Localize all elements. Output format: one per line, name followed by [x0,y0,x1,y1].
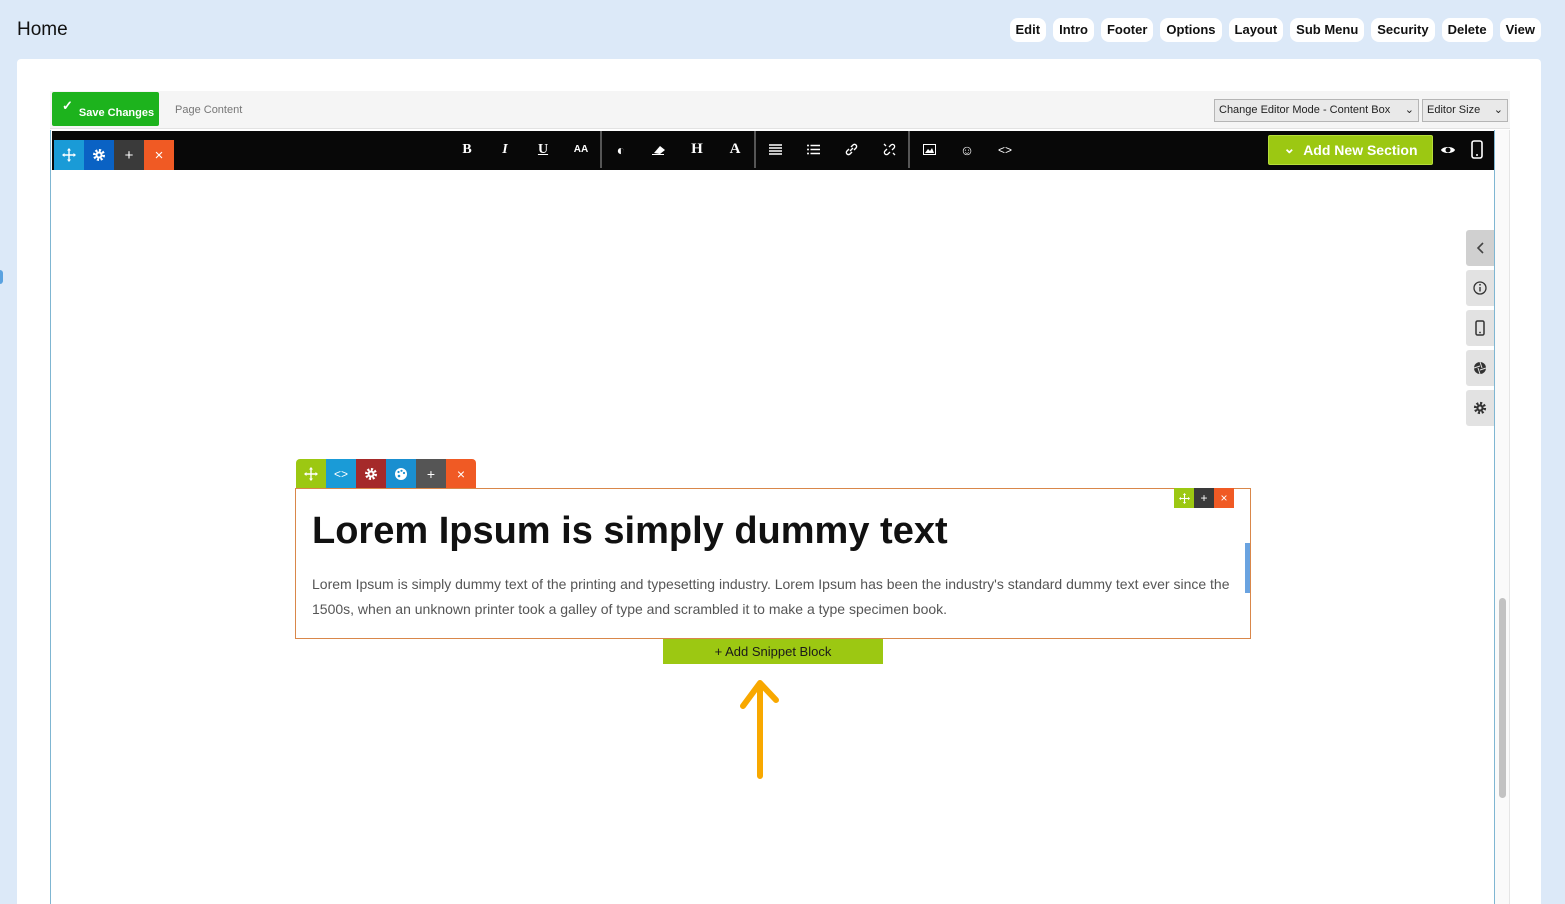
code-icon[interactable]: <> [326,459,356,489]
move-icon[interactable] [1174,488,1194,508]
row-toolbar: + × [1174,488,1234,508]
save-changes-label: Save Changes [78,107,155,119]
palette-icon[interactable] [386,459,416,489]
nav-delete-button[interactable]: Delete [1441,18,1493,42]
side-panel [1466,230,1494,430]
nav-edit-button[interactable]: Edit [1009,18,1047,42]
chevron-down-icon: ⌄ [1283,139,1296,156]
editor-mode-select[interactable]: Change Editor Mode - Content Box ⌄ [1214,99,1419,122]
chevron-down-icon: ⌄ [1493,104,1503,116]
align-icon[interactable] [756,131,794,168]
block-heading[interactable]: Lorem Ipsum is simply dummy text [312,510,948,553]
save-changes-button[interactable]: ✓ Save Changes [52,92,159,126]
image-icon[interactable] [910,131,948,168]
add-new-section-label: Add New Section [1303,142,1418,158]
nav-options-button[interactable]: Options [1160,18,1222,42]
heading-icon[interactable]: H [678,131,716,168]
add-new-section-button[interactable]: ⌄ Add New Section [1268,135,1433,165]
contrast-icon[interactable]: ◐ [602,131,640,168]
underline-icon[interactable]: U [524,131,562,168]
list-icon[interactable] [794,131,832,168]
aperture-icon[interactable] [1466,350,1494,386]
unlink-icon[interactable] [870,131,908,168]
chevron-left-icon[interactable] [1466,230,1494,266]
move-icon[interactable] [296,459,326,489]
italic-icon[interactable]: I [486,131,524,168]
top-bar: Home Edit Intro Footer Options Layout Su… [0,0,1565,60]
nav-submenu-button[interactable]: Sub Menu [1290,18,1365,42]
bold-icon[interactable]: B [448,131,486,168]
plus-icon[interactable]: + [114,140,144,170]
close-icon[interactable]: × [1214,488,1234,508]
plus-icon[interactable]: + [416,459,446,489]
close-icon[interactable]: × [446,459,476,489]
left-edge-tab[interactable] [0,270,3,284]
nav-layout-button[interactable]: Layout [1228,18,1284,42]
plus-icon[interactable]: + [1194,488,1214,508]
gear-icon[interactable] [84,140,114,170]
link-icon[interactable] [832,131,870,168]
page-title: Home [17,19,68,40]
check-icon: ✓ [62,98,73,113]
font-size-icon[interactable]: AA [562,131,600,168]
editor-mode-value: Change Editor Mode - Content Box [1219,104,1391,116]
chevron-down-icon: ⌄ [1404,104,1414,116]
nav-footer-button[interactable]: Footer [1100,18,1154,42]
eraser-icon[interactable] [640,131,678,168]
section-tools: + × [54,140,174,170]
resize-handle[interactable] [1245,543,1250,593]
add-snippet-block-button[interactable]: + Add Snippet Block [663,639,883,664]
close-icon[interactable]: × [144,140,174,170]
top-nav: Edit Intro Footer Options Layout Sub Men… [1009,18,1541,42]
page-content-label: Page Content [175,104,243,116]
editor-size-value: Editor Size [1427,104,1481,116]
code-icon[interactable]: <> [986,131,1024,168]
block-toolbar: <> + × [296,459,476,489]
eye-icon[interactable] [1440,142,1456,158]
settings-icon[interactable] [1466,390,1494,426]
emoji-icon[interactable]: ☺ [948,131,986,168]
info-icon[interactable] [1466,270,1494,306]
mobile-icon[interactable] [1471,140,1483,159]
mobile-preview-icon[interactable] [1466,310,1494,346]
nav-security-button[interactable]: Security [1371,18,1435,42]
format-toolbar: B I U AA ◐ H A ☺ <> [448,131,1024,168]
block-body-text[interactable]: Lorem Ipsum is simply dummy text of the … [312,572,1232,622]
nav-view-button[interactable]: View [1499,18,1541,42]
font-color-icon[interactable]: A [716,131,754,168]
scrollbar-thumb[interactable] [1499,598,1506,798]
move-icon[interactable] [54,140,84,170]
up-arrow-annotation [740,680,779,779]
editor-size-select[interactable]: Editor Size ⌄ [1422,99,1508,122]
nav-intro-button[interactable]: Intro [1053,18,1094,42]
gear-icon[interactable] [356,459,386,489]
